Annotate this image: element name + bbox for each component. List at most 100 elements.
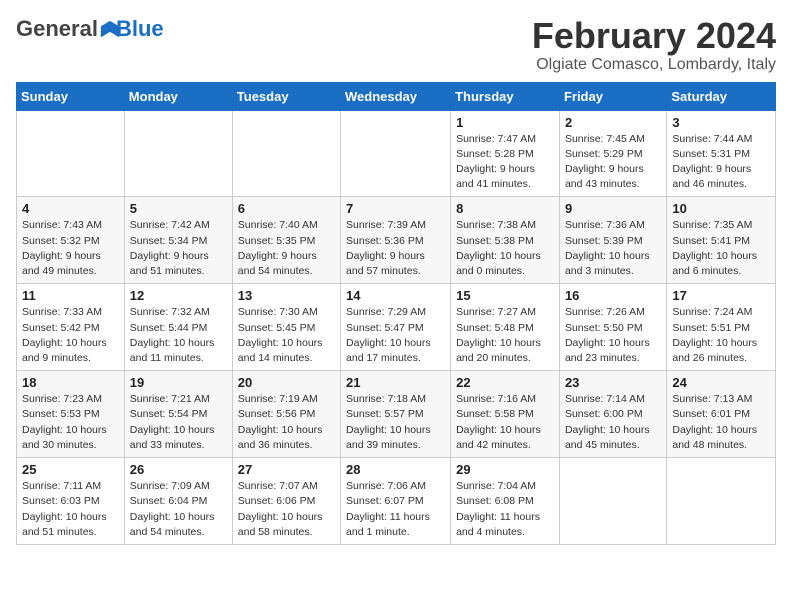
day-info: Sunrise: 7:27 AM Sunset: 5:48 PM Dayligh…: [456, 305, 554, 366]
col-header-saturday: Saturday: [667, 82, 776, 110]
calendar-cell: 6Sunrise: 7:40 AM Sunset: 5:35 PM Daylig…: [232, 197, 340, 284]
month-year-title: February 2024: [532, 16, 776, 56]
day-number: 16: [565, 288, 661, 303]
day-info: Sunrise: 7:44 AM Sunset: 5:31 PM Dayligh…: [672, 132, 770, 193]
calendar-cell: 19 Sunrise: 7:21 AM Sunset: 5:54 PM Dayli…: [124, 371, 232, 458]
calendar-cell: 23 Sunrise: 7:14 AM Sunset: 6:00 PM Dayli…: [559, 371, 666, 458]
day-number: 15: [456, 288, 554, 303]
col-header-thursday: Thursday: [451, 82, 560, 110]
day-number: 8: [456, 201, 554, 216]
day-info: Sunrise: 7:21 AM Sunset: 5:54 PM Dayligh…: [130, 392, 227, 453]
col-header-sunday: Sunday: [17, 82, 125, 110]
title-area: February 2024 Olgiate Comasco, Lombardy,…: [532, 16, 776, 74]
logo-blue-text: Blue: [116, 16, 164, 42]
calendar-cell: 8 Sunrise: 7:38 AM Sunset: 5:38 PM Daylig…: [451, 197, 560, 284]
calendar-cell: 20Sunrise: 7:19 AM Sunset: 5:56 PM Dayli…: [232, 371, 340, 458]
day-info: Sunrise: 7:32 AM Sunset: 5:44 PM Dayligh…: [130, 305, 227, 366]
calendar-cell: 2 Sunrise: 7:45 AM Sunset: 5:29 PM Daylig…: [559, 110, 666, 197]
logo-icon: [99, 19, 115, 39]
calendar-cell: 4 Sunrise: 7:43 AM Sunset: 5:32 PM Daylig…: [17, 197, 125, 284]
calendar-cell: [232, 110, 340, 197]
day-number: 19: [130, 375, 227, 390]
day-number: 12: [130, 288, 227, 303]
day-info: Sunrise: 7:24 AM Sunset: 5:51 PM Dayligh…: [672, 305, 770, 366]
day-info: Sunrise: 7:30 AM Sunset: 5:45 PM Dayligh…: [238, 305, 335, 366]
calendar-cell: 9 Sunrise: 7:36 AM Sunset: 5:39 PM Daylig…: [559, 197, 666, 284]
calendar-cell: [667, 458, 776, 545]
day-number: 24: [672, 375, 770, 390]
day-info: Sunrise: 7:39 AM Sunset: 5:36 PM Dayligh…: [346, 218, 445, 279]
calendar-cell: 11 Sunrise: 7:33 AM Sunset: 5:42 PM Dayli…: [17, 284, 125, 371]
day-number: 21: [346, 375, 445, 390]
logo-general-text: General: [16, 16, 98, 42]
day-number: 22: [456, 375, 554, 390]
day-number: 27: [238, 462, 335, 477]
calendar-cell: 17 Sunrise: 7:24 AM Sunset: 5:51 PM Dayli…: [667, 284, 776, 371]
day-number: 2: [565, 115, 661, 130]
day-info: Sunrise: 7:04 AM Sunset: 6:08 PM Dayligh…: [456, 479, 554, 540]
day-info: Sunrise: 7:14 AM Sunset: 6:00 PM Dayligh…: [565, 392, 661, 453]
calendar-cell: 14 Sunrise: 7:29 AM Sunset: 5:47 PM Dayli…: [341, 284, 451, 371]
day-info: Sunrise: 7:13 AM Sunset: 6:01 PM Dayligh…: [672, 392, 770, 453]
day-number: 5: [130, 201, 227, 216]
day-number: 28: [346, 462, 445, 477]
day-number: 18: [22, 375, 119, 390]
calendar-cell: [124, 110, 232, 197]
day-info: Sunrise: 7:43 AM Sunset: 5:32 PM Dayligh…: [22, 218, 119, 279]
calendar-cell: 5 Sunrise: 7:42 AM Sunset: 5:34 PM Daylig…: [124, 197, 232, 284]
day-info: Sunrise: 7:45 AM Sunset: 5:29 PM Dayligh…: [565, 132, 661, 193]
day-info: Sunrise: 7:06 AM Sunset: 6:07 PM Dayligh…: [346, 479, 445, 540]
calendar-cell: 29 Sunrise: 7:04 AM Sunset: 6:08 PM Dayli…: [451, 458, 560, 545]
day-number: 6: [238, 201, 335, 216]
day-info: Sunrise: 7:33 AM Sunset: 5:42 PM Dayligh…: [22, 305, 119, 366]
day-number: 17: [672, 288, 770, 303]
day-info: Sunrise: 7:16 AM Sunset: 5:58 PM Dayligh…: [456, 392, 554, 453]
calendar-cell: 26 Sunrise: 7:09 AM Sunset: 6:04 PM Dayli…: [124, 458, 232, 545]
day-info: Sunrise: 7:35 AM Sunset: 5:41 PM Dayligh…: [672, 218, 770, 279]
calendar-cell: 18Sunrise: 7:23 AM Sunset: 5:53 PM Dayli…: [17, 371, 125, 458]
calendar-cell: 25 Sunrise: 7:11 AM Sunset: 6:03 PM Dayli…: [17, 458, 125, 545]
calendar-cell: 12 Sunrise: 7:32 AM Sunset: 5:44 PM Dayli…: [124, 284, 232, 371]
calendar-cell: [341, 110, 451, 197]
day-info: Sunrise: 7:19 AM Sunset: 5:56 PM Dayligh…: [238, 392, 335, 453]
day-number: 23: [565, 375, 661, 390]
calendar-cell: [17, 110, 125, 197]
calendar-cell: 27 Sunrise: 7:07 AM Sunset: 6:06 PM Dayli…: [232, 458, 340, 545]
day-info: Sunrise: 7:38 AM Sunset: 5:38 PM Dayligh…: [456, 218, 554, 279]
calendar-cell: 7Sunrise: 7:39 AM Sunset: 5:36 PM Daylig…: [341, 197, 451, 284]
day-number: 11: [22, 288, 119, 303]
day-info: Sunrise: 7:18 AM Sunset: 5:57 PM Dayligh…: [346, 392, 445, 453]
calendar-cell: 21 Sunrise: 7:18 AM Sunset: 5:57 PM Dayli…: [341, 371, 451, 458]
day-number: 1: [456, 115, 554, 130]
day-info: Sunrise: 7:29 AM Sunset: 5:47 PM Dayligh…: [346, 305, 445, 366]
col-header-tuesday: Tuesday: [232, 82, 340, 110]
day-number: 25: [22, 462, 119, 477]
calendar-cell: [559, 458, 666, 545]
col-header-wednesday: Wednesday: [341, 82, 451, 110]
calendar-cell: 10 Sunrise: 7:35 AM Sunset: 5:41 PM Dayli…: [667, 197, 776, 284]
day-number: 9: [565, 201, 661, 216]
day-info: Sunrise: 7:26 AM Sunset: 5:50 PM Dayligh…: [565, 305, 661, 366]
day-info: Sunrise: 7:42 AM Sunset: 5:34 PM Dayligh…: [130, 218, 227, 279]
calendar-cell: 3 Sunrise: 7:44 AM Sunset: 5:31 PM Daylig…: [667, 110, 776, 197]
calendar-cell: 1 Sunrise: 7:47 AM Sunset: 5:28 PM Daylig…: [451, 110, 560, 197]
day-info: Sunrise: 7:09 AM Sunset: 6:04 PM Dayligh…: [130, 479, 227, 540]
day-info: Sunrise: 7:07 AM Sunset: 6:06 PM Dayligh…: [238, 479, 335, 540]
calendar-cell: 13Sunrise: 7:30 AM Sunset: 5:45 PM Dayli…: [232, 284, 340, 371]
day-info: Sunrise: 7:36 AM Sunset: 5:39 PM Dayligh…: [565, 218, 661, 279]
logo: General Blue: [16, 16, 164, 42]
day-info: Sunrise: 7:47 AM Sunset: 5:28 PM Dayligh…: [456, 132, 554, 193]
day-info: Sunrise: 7:11 AM Sunset: 6:03 PM Dayligh…: [22, 479, 119, 540]
calendar-cell: 28 Sunrise: 7:06 AM Sunset: 6:07 PM Dayli…: [341, 458, 451, 545]
day-number: 10: [672, 201, 770, 216]
day-number: 29: [456, 462, 554, 477]
location-title: Olgiate Comasco, Lombardy, Italy: [532, 56, 776, 74]
col-header-monday: Monday: [124, 82, 232, 110]
day-number: 26: [130, 462, 227, 477]
day-number: 3: [672, 115, 770, 130]
page-header: General Blue February 2024 Olgiate Comas…: [16, 16, 776, 74]
col-header-friday: Friday: [559, 82, 666, 110]
day-number: 4: [22, 201, 119, 216]
calendar-cell: 16 Sunrise: 7:26 AM Sunset: 5:50 PM Dayli…: [559, 284, 666, 371]
day-number: 14: [346, 288, 445, 303]
